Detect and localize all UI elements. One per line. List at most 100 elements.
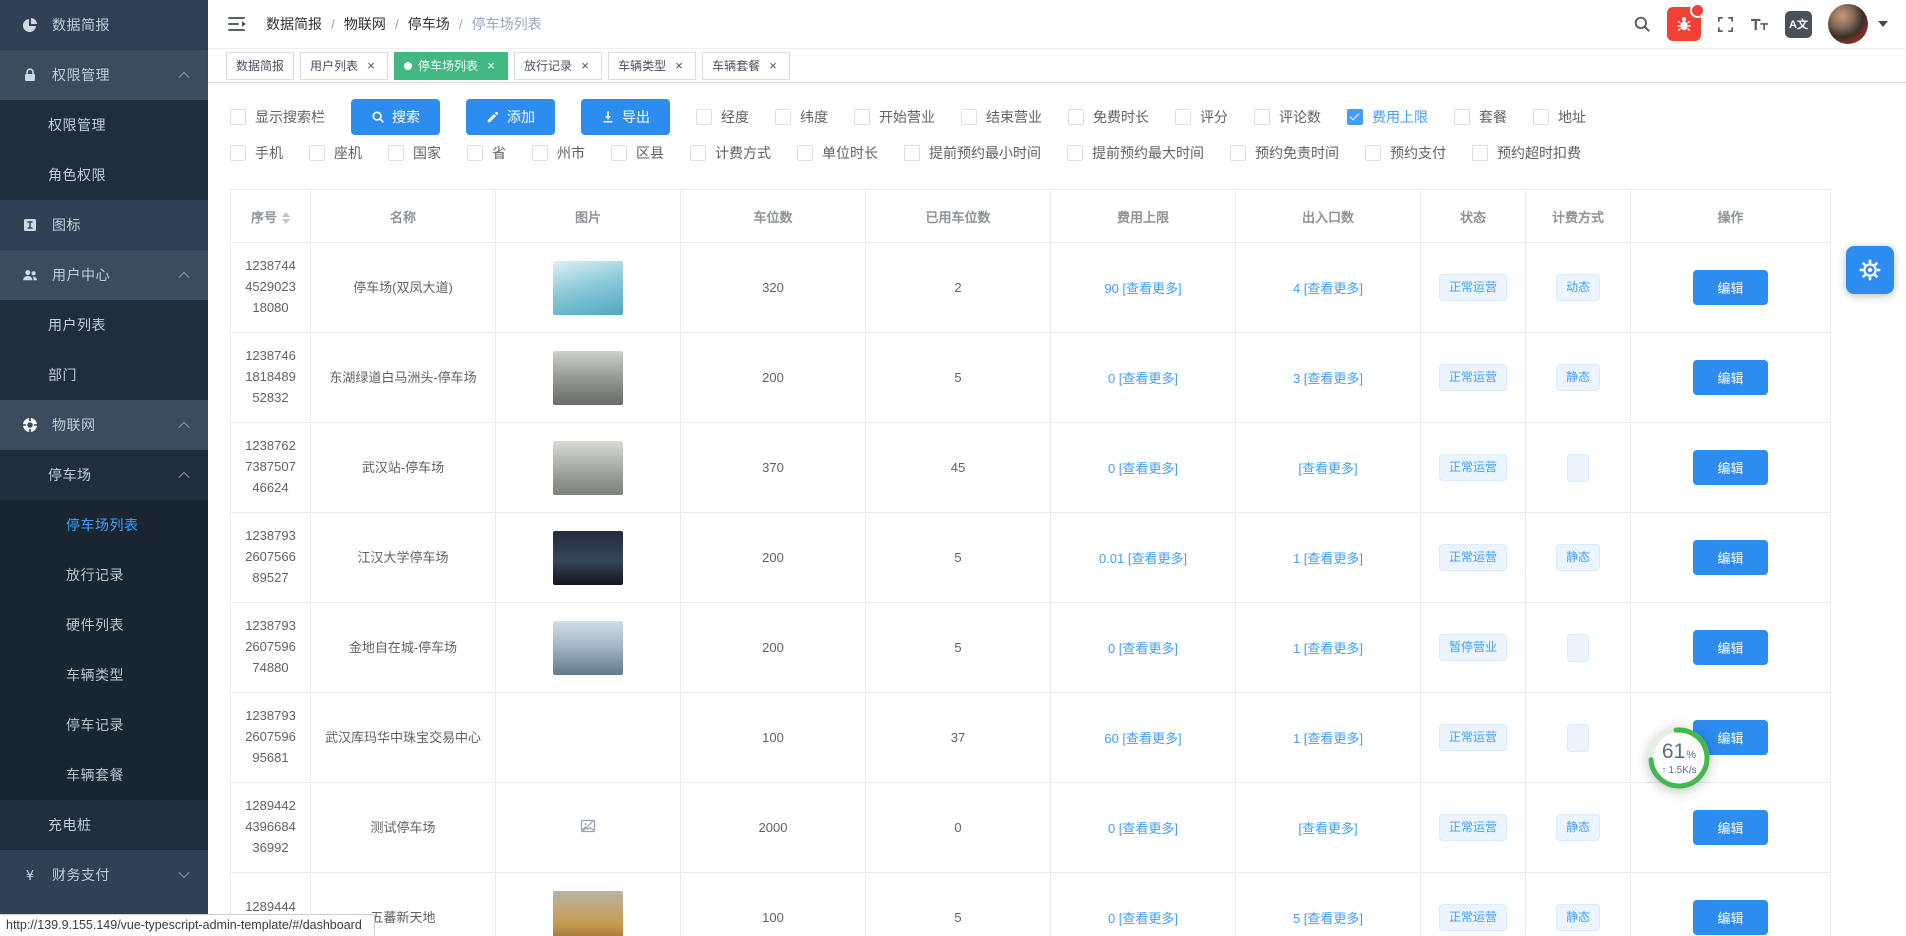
settings-gear-button[interactable] <box>1846 246 1894 294</box>
sort-ascending-icon[interactable] <box>282 212 290 217</box>
sidebar-item-role-permission[interactable]: 角色权限 <box>0 150 208 200</box>
sidebar-item-pass-records[interactable]: 放行记录 <box>0 550 208 600</box>
edit-button[interactable]: 编辑 <box>1693 630 1767 665</box>
sidebar-item-permissions[interactable]: 权限管理 <box>0 50 208 100</box>
sidebar-item-vehicle-type[interactable]: 车辆类型 <box>0 650 208 700</box>
cell-fee-limit-link[interactable]: 0 [查看更多] <box>1051 333 1236 423</box>
sidebar-item-department[interactable]: 部门 <box>0 350 208 400</box>
tab-vehicle-type[interactable]: 车辆类型× <box>608 52 696 80</box>
filter-checkbox[interactable]: 免费时长 <box>1068 107 1149 127</box>
avatar-dropdown-caret[interactable] <box>1878 21 1888 27</box>
error-log-button[interactable] <box>1667 7 1701 41</box>
cell-gates-link[interactable]: 4 [查看更多] <box>1236 243 1421 333</box>
tab-parking-lot-list[interactable]: 停车场列表× <box>394 52 508 80</box>
upload-arrow-icon: ↑ <box>1661 766 1666 776</box>
sort-descending-icon[interactable] <box>282 219 290 224</box>
edit-button[interactable]: 编辑 <box>1693 900 1767 935</box>
breadcrumb-item[interactable]: 物联网 <box>344 14 386 34</box>
cell-fee-limit-link[interactable]: 90 [查看更多] <box>1051 243 1236 333</box>
filter-checkbox[interactable]: 开始营业 <box>854 107 935 127</box>
cell-fee-limit-link[interactable]: 0.01 [查看更多] <box>1051 513 1236 603</box>
breadcrumb-item[interactable]: 数据简报 <box>266 14 322 34</box>
tab-dashboard[interactable]: 数据简报 <box>226 52 294 80</box>
cell-total-spots: 370 <box>681 423 866 513</box>
edit-button[interactable]: 编辑 <box>1693 360 1767 395</box>
cell-gates-link[interactable]: 5 [查看更多] <box>1236 873 1421 936</box>
column-header-0[interactable]: 序号 <box>231 190 311 243</box>
filter-checkbox[interactable]: 预约超时扣费 <box>1472 143 1581 163</box>
tab-vehicle-package[interactable]: 车辆套餐× <box>702 52 790 80</box>
avatar[interactable] <box>1828 4 1868 44</box>
sidebar-item-parking-lot[interactable]: 停车场 <box>0 450 208 500</box>
edit-button[interactable]: 编辑 <box>1693 810 1767 845</box>
cell-gates-link[interactable]: [查看更多] <box>1236 783 1421 873</box>
filter-checkbox[interactable]: 预约免责时间 <box>1230 143 1339 163</box>
close-icon[interactable]: × <box>484 59 498 73</box>
sort-icons[interactable] <box>282 212 290 224</box>
filter-checkbox[interactable]: 手机 <box>230 143 283 163</box>
cell-action: 编辑 <box>1631 513 1831 603</box>
cell-gates-link[interactable]: [查看更多] <box>1236 423 1421 513</box>
show-search-checkbox[interactable]: 显示搜索栏 <box>230 107 325 127</box>
sidebar-item-parking-records[interactable]: 停车记录 <box>0 700 208 750</box>
cell-gates-link[interactable]: 1 [查看更多] <box>1236 513 1421 603</box>
cell-gates-link[interactable]: 1 [查看更多] <box>1236 693 1421 783</box>
filter-checkbox[interactable]: 提前预约最小时间 <box>904 143 1041 163</box>
cell-fee-limit-link[interactable]: 0 [查看更多] <box>1051 783 1236 873</box>
cell-fee-limit-link[interactable]: 0 [查看更多] <box>1051 873 1236 936</box>
tab-pass-records[interactable]: 放行记录× <box>514 52 602 80</box>
edit-button[interactable]: 编辑 <box>1693 540 1767 575</box>
filter-row-2: 手机 座机 国家 省 州市 区县 计费方式 单位时长 提前预约最小时间 提前预约最大时间 预约免责时… <box>230 143 1884 163</box>
cell-gates-link[interactable]: 3 [查看更多] <box>1236 333 1421 423</box>
cell-fee-limit-link[interactable]: 0 [查看更多] <box>1051 603 1236 693</box>
close-icon[interactable]: × <box>578 59 592 73</box>
filter-checkbox[interactable]: 单位时长 <box>797 143 878 163</box>
sidebar-item-dashboard[interactable]: 数据简报 <box>0 0 208 50</box>
filter-checkbox[interactable]: 州市 <box>532 143 585 163</box>
sidebar-item-vehicle-package[interactable]: 车辆套餐 <box>0 750 208 800</box>
sidebar-item-finance-payment[interactable]: ¥财务支付 <box>0 850 208 900</box>
sidebar-item-parking-lot-list[interactable]: 停车场列表 <box>0 500 208 550</box>
search-icon[interactable] <box>1633 15 1651 33</box>
close-icon[interactable]: × <box>672 59 686 73</box>
sidebar-item-charging-pile[interactable]: 充电桩 <box>0 800 208 850</box>
edit-button[interactable]: 编辑 <box>1693 450 1767 485</box>
sidebar-item-user-center[interactable]: 用户中心 <box>0 250 208 300</box>
cell-fee-limit-link[interactable]: 60 [查看更多] <box>1051 693 1236 783</box>
close-icon[interactable]: × <box>766 59 780 73</box>
font-size-icon[interactable] <box>1750 17 1769 32</box>
cell-gates-link[interactable]: 1 [查看更多] <box>1236 603 1421 693</box>
breadcrumb-item[interactable]: 停车场 <box>408 14 450 34</box>
filter-checkbox[interactable]: 经度 <box>696 107 749 127</box>
toolbar-add-button[interactable]: 添加 <box>466 99 555 135</box>
toolbar-search-button[interactable]: 搜索 <box>351 99 440 135</box>
filter-checkbox[interactable]: 计费方式 <box>690 143 771 163</box>
filter-checkbox[interactable]: 地址 <box>1533 107 1586 127</box>
toolbar-export-button[interactable]: 导出 <box>581 99 670 135</box>
filter-checkbox[interactable]: 评论数 <box>1254 107 1321 127</box>
filter-checkbox[interactable]: 套餐 <box>1454 107 1507 127</box>
edit-button[interactable]: 编辑 <box>1693 270 1767 305</box>
filter-checkbox[interactable]: 评分 <box>1175 107 1228 127</box>
filter-checkbox[interactable]: 省 <box>467 143 506 163</box>
filter-checkbox[interactable]: 提前预约最大时间 <box>1067 143 1204 163</box>
filter-checkbox[interactable]: 座机 <box>309 143 362 163</box>
filter-checkbox[interactable]: 纬度 <box>775 107 828 127</box>
filter-checkbox[interactable]: 国家 <box>388 143 441 163</box>
sidebar-item-iot[interactable]: 物联网 <box>0 400 208 450</box>
sidebar-item-permission-management[interactable]: 权限管理 <box>0 100 208 150</box>
close-icon[interactable]: × <box>364 59 378 73</box>
filter-checkbox[interactable]: 费用上限 <box>1347 107 1428 127</box>
cell-fee-limit-link[interactable]: 0 [查看更多] <box>1051 423 1236 513</box>
filter-checkbox[interactable]: 结束营业 <box>961 107 1042 127</box>
sidebar-item-hardware-list[interactable]: 硬件列表 <box>0 600 208 650</box>
sidebar-item-icons[interactable]: 图标 <box>0 200 208 250</box>
cell-billing: 动态 <box>1526 243 1631 333</box>
tab-user-list[interactable]: 用户列表× <box>300 52 388 80</box>
translate-icon[interactable]: A文 <box>1785 11 1812 38</box>
fullscreen-icon[interactable] <box>1717 16 1734 33</box>
filter-checkbox[interactable]: 预约支付 <box>1365 143 1446 163</box>
filter-checkbox[interactable]: 区县 <box>611 143 664 163</box>
sidebar-item-user-list[interactable]: 用户列表 <box>0 300 208 350</box>
hamburger-icon[interactable] <box>224 11 252 37</box>
